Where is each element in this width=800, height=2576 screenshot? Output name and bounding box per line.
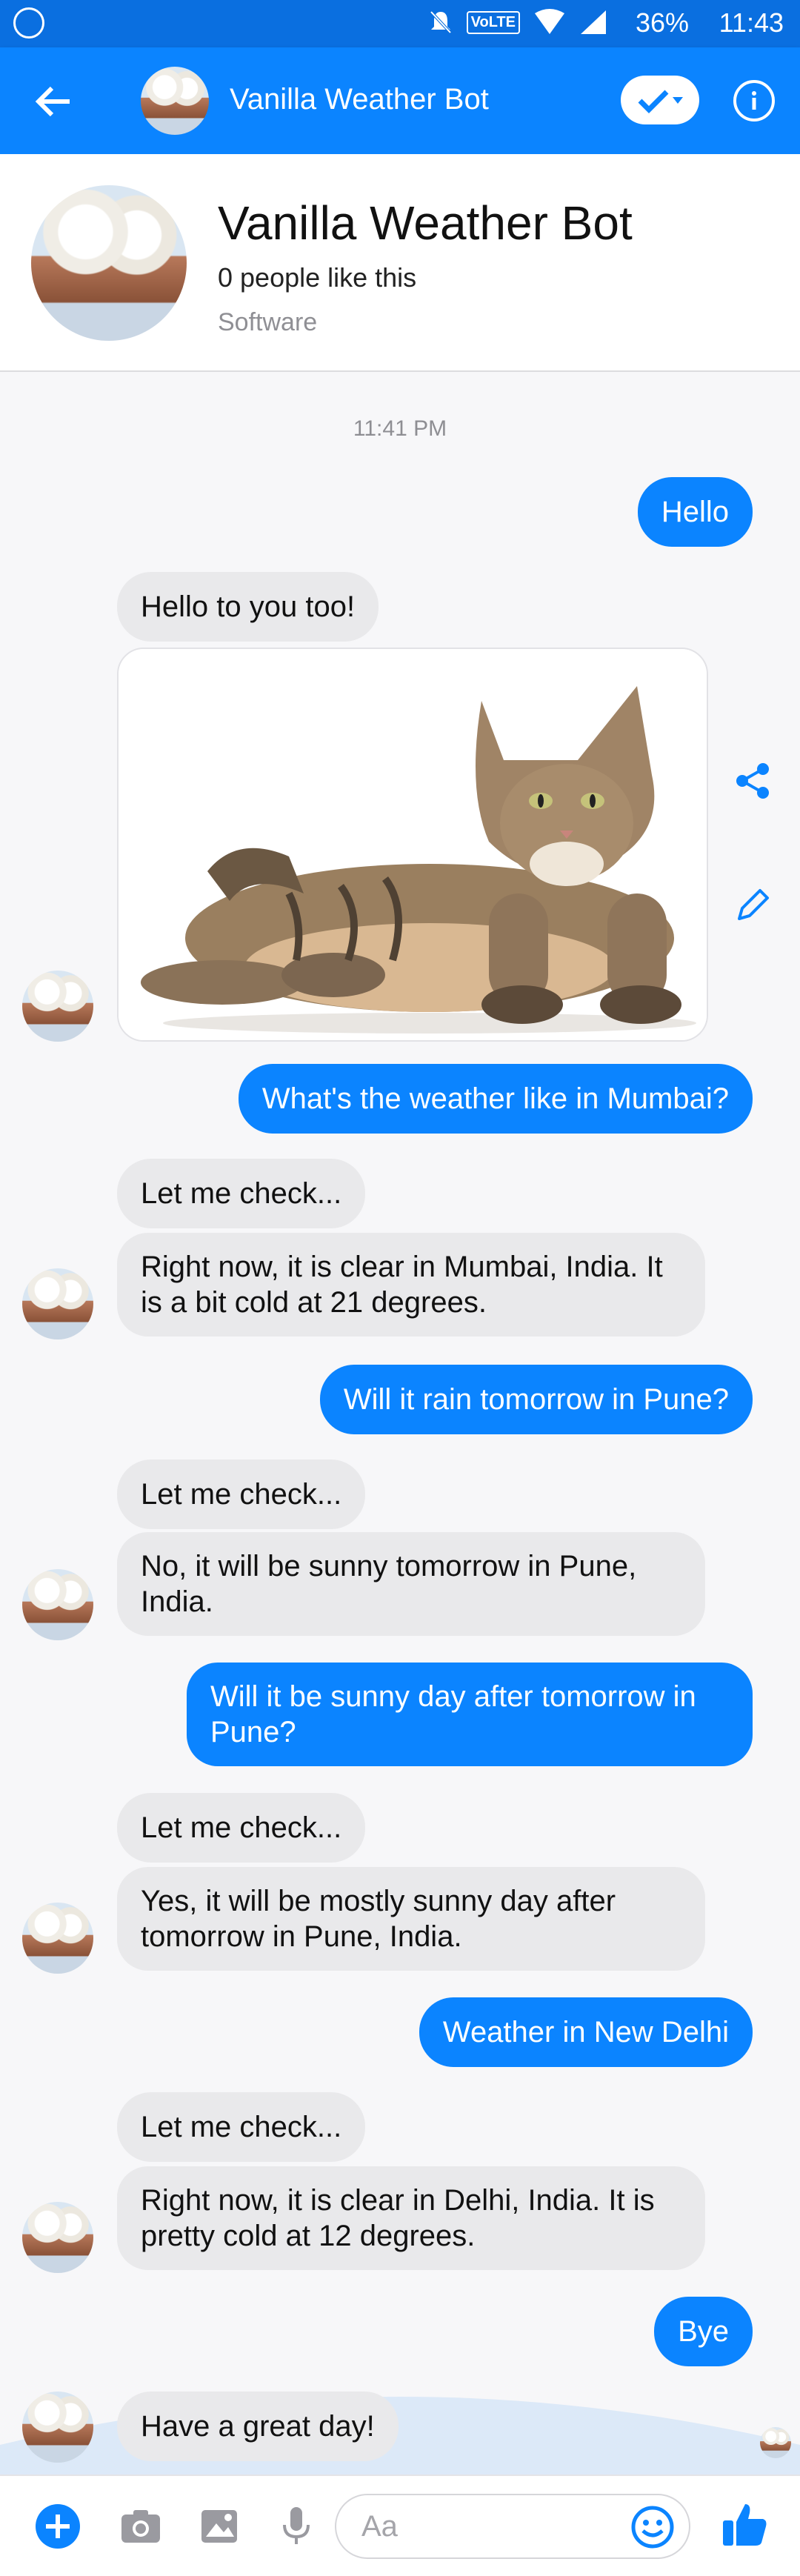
mute-bell-icon	[430, 10, 452, 34]
status-icons: VoLTE	[428, 9, 607, 36]
outgoing-message[interactable]: Will it rain tomorrow in Pune?	[319, 1365, 753, 1434]
message-composer: Aa	[0, 2475, 800, 2576]
incoming-message[interactable]: Yes, it will be mostly sunny day after t…	[117, 1867, 705, 1971]
microphone-icon[interactable]	[273, 2503, 320, 2550]
share-icon[interactable]	[732, 760, 773, 802]
back-arrow-icon[interactable]	[30, 77, 79, 126]
clock: 11:43	[719, 7, 784, 38]
volte-badge: VoLTE	[466, 10, 520, 34]
outgoing-message[interactable]: What's the weather like in Mumbai?	[238, 1064, 753, 1134]
emoji-icon[interactable]	[630, 2504, 676, 2550]
bot-avatar-small[interactable]	[22, 1569, 93, 1640]
bot-profile-card[interactable]: Vanilla Weather Bot 0 people like this S…	[0, 154, 800, 372]
bot-avatar-small[interactable]	[22, 2202, 93, 2273]
messenger-notification-icon	[13, 7, 44, 39]
incoming-message[interactable]: Let me check...	[117, 1793, 366, 1863]
read-receipt-avatar	[760, 2427, 791, 2458]
battery-percentage: 36%	[635, 7, 689, 38]
signal-icon	[581, 10, 606, 34]
camera-icon[interactable]	[117, 2503, 164, 2550]
incoming-message[interactable]: Let me check...	[117, 2092, 366, 2162]
bot-avatar-small[interactable]	[22, 1903, 93, 1974]
info-button[interactable]	[733, 80, 775, 122]
wifi-icon	[535, 9, 564, 34]
bot-avatar-small[interactable]	[22, 2392, 93, 2463]
cat-image-attachment[interactable]	[117, 648, 708, 1042]
bot-avatar-small[interactable]	[22, 1268, 93, 1339]
edit-pencil-icon[interactable]	[732, 885, 773, 926]
cat-image	[119, 649, 707, 1040]
incoming-message[interactable]: Hello to you too!	[117, 572, 379, 642]
outgoing-message[interactable]: Weather in New Delhi	[419, 1997, 753, 2067]
thumbs-up-icon[interactable]	[720, 2500, 769, 2549]
message-input-placeholder: Aa	[361, 2510, 398, 2543]
profile-likes: 0 people like this	[218, 262, 417, 293]
incoming-message[interactable]: No, it will be sunny tomorrow in Pune, I…	[117, 1532, 705, 1636]
info-icon	[752, 91, 756, 110]
message-input[interactable]: Aa	[335, 2494, 690, 2559]
outgoing-message[interactable]: Hello	[637, 477, 753, 547]
status-bar: VoLTE 36% 11:43	[0, 0, 800, 47]
add-plus-icon[interactable]	[34, 2503, 81, 2550]
check-icon	[638, 90, 683, 113]
manage-messages-button[interactable]	[621, 76, 699, 124]
incoming-message[interactable]: Let me check...	[117, 1159, 366, 1228]
incoming-message[interactable]: Have a great day!	[117, 2392, 399, 2461]
app-bar: Vanilla Weather Bot	[0, 47, 800, 154]
bot-avatar[interactable]	[141, 67, 209, 135]
outgoing-message[interactable]: Will it be sunny day after tomorrow in P…	[187, 1663, 753, 1766]
incoming-message[interactable]: Right now, it is clear in Mumbai, India.…	[117, 1233, 705, 1337]
bot-avatar-small[interactable]	[22, 971, 93, 1042]
outgoing-message[interactable]: Bye	[654, 2297, 753, 2366]
profile-avatar	[31, 185, 187, 341]
message-timestamp: 11:41 PM	[353, 416, 447, 441]
gallery-icon[interactable]	[196, 2503, 243, 2550]
profile-name: Vanilla Weather Bot	[218, 196, 633, 250]
profile-category: Software	[218, 308, 318, 336]
incoming-message[interactable]: Right now, it is clear in Delhi, India. …	[117, 2166, 705, 2270]
incoming-message[interactable]: Let me check...	[117, 1460, 366, 1529]
conversation-title[interactable]: Vanilla Weather Bot	[230, 83, 489, 116]
